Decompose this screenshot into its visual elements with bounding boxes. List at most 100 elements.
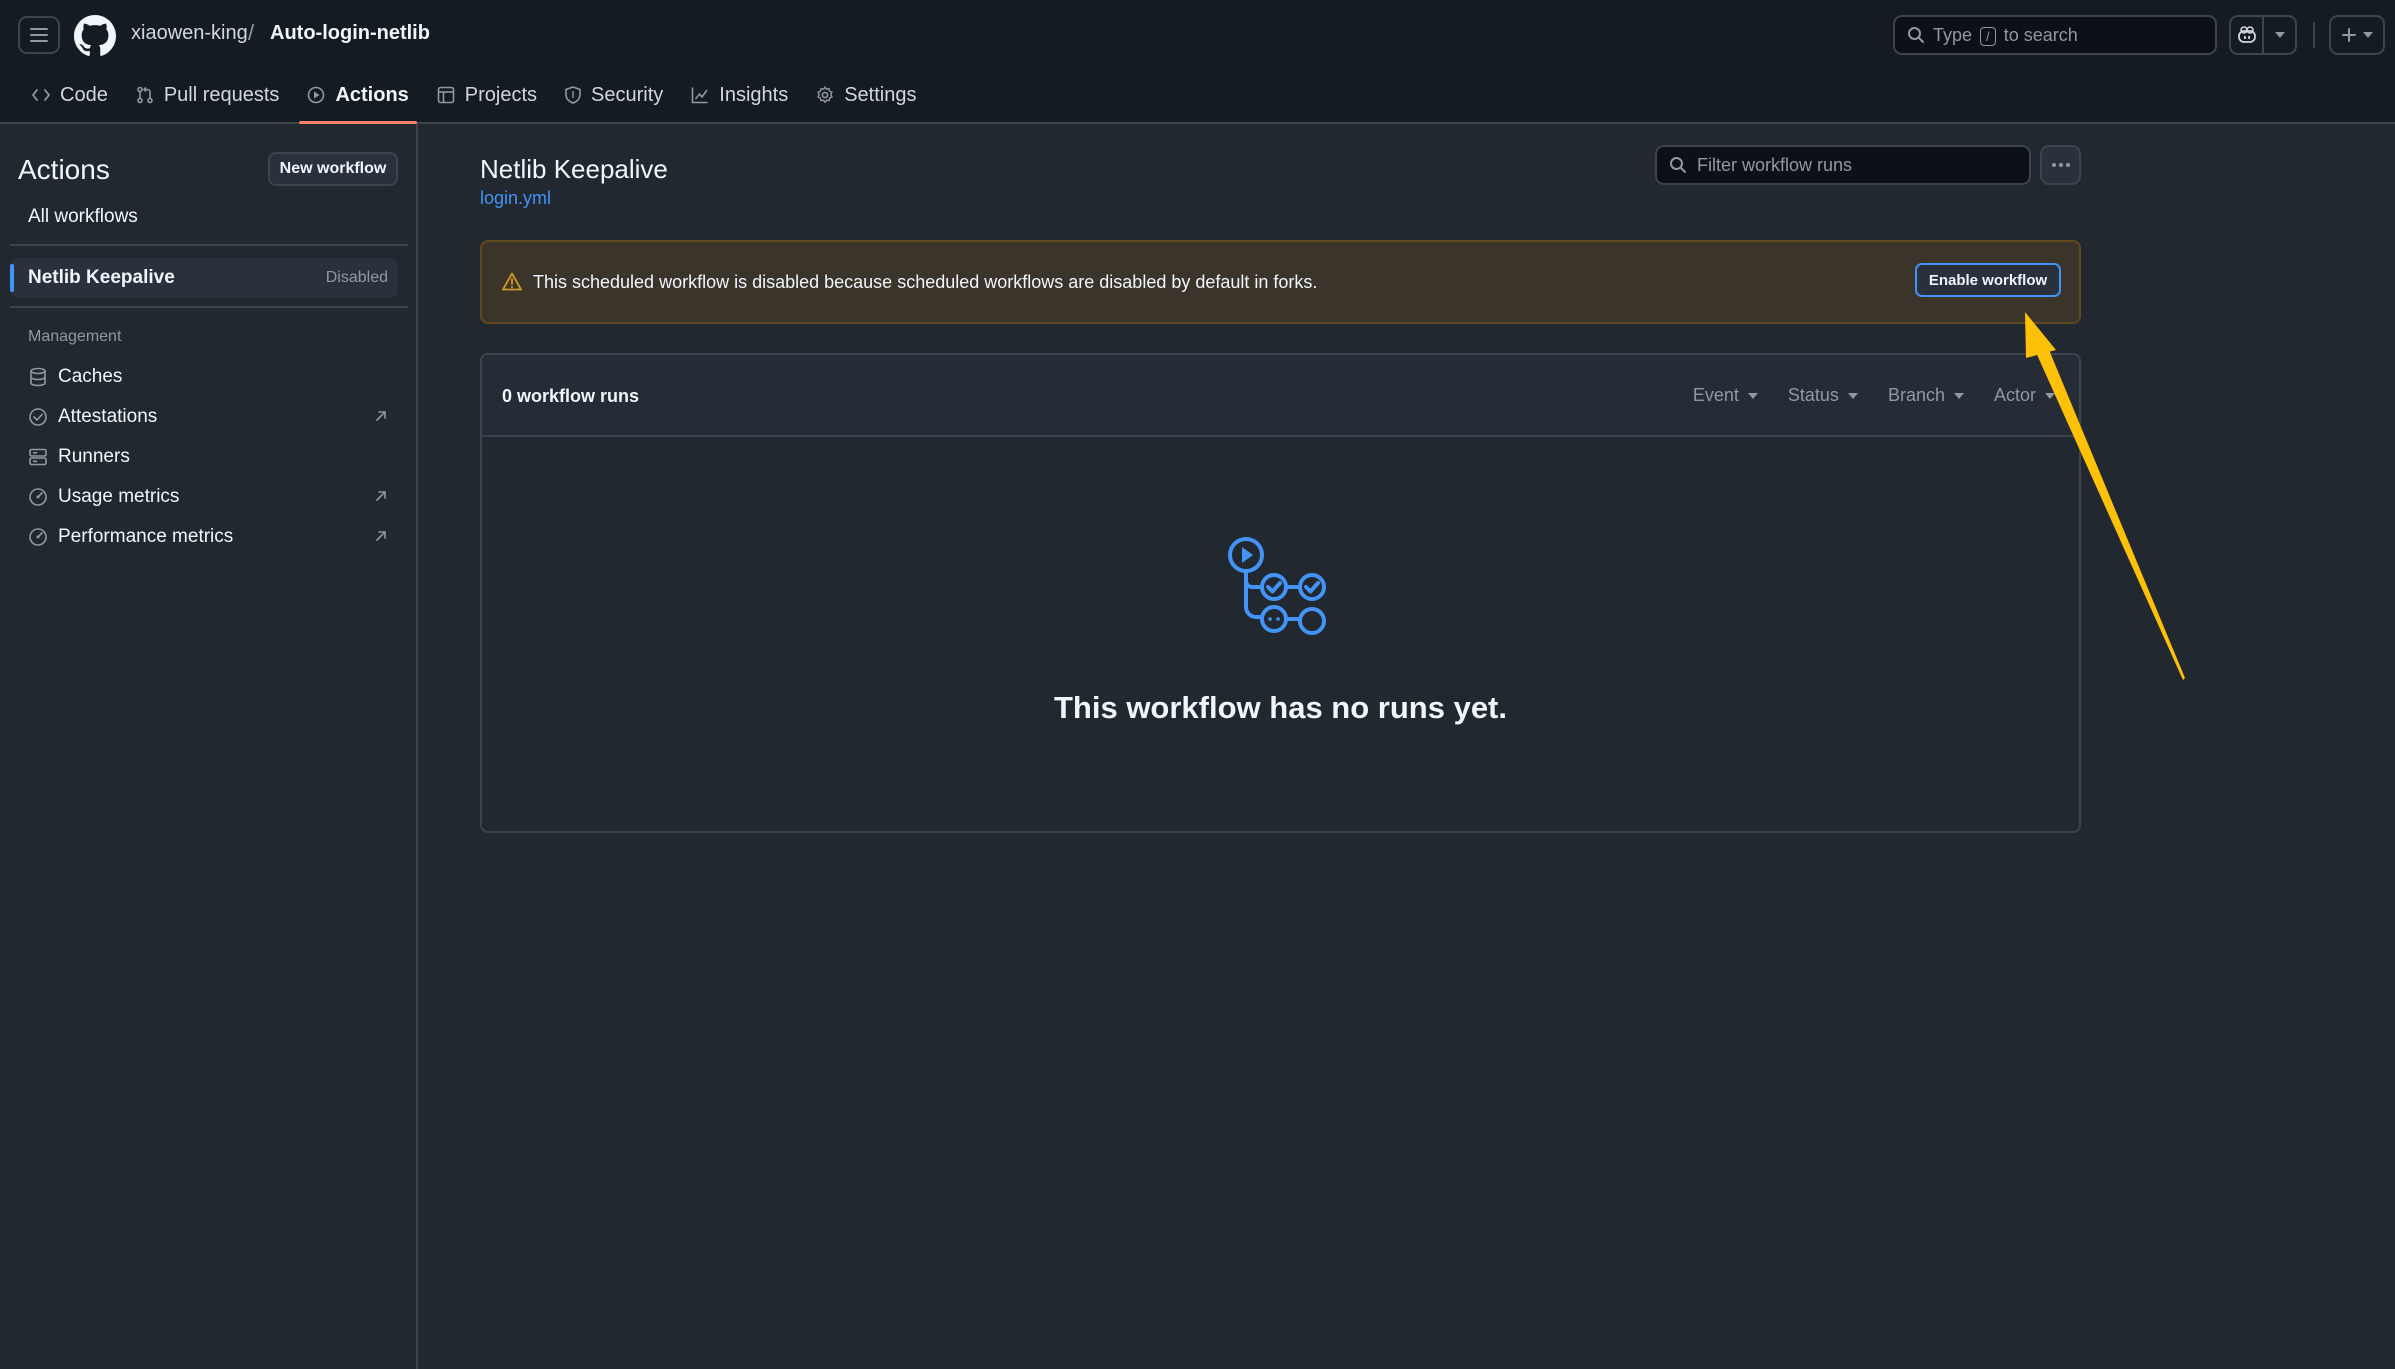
meter-icon — [29, 488, 47, 506]
workflow-name: Netlib Keepalive — [28, 267, 175, 288]
search-icon — [1908, 27, 1924, 43]
repo-nav: Code Pull requests Actions Projects Secu… — [18, 72, 930, 124]
status-filter-dropdown[interactable]: Status — [1788, 385, 1858, 406]
sidebar-title: Actions — [18, 154, 110, 185]
git-pull-request-icon — [137, 86, 153, 104]
tab-code[interactable]: Code — [18, 72, 122, 118]
tab-insights-label: Insights — [719, 83, 789, 106]
sidebar-item-usage-metrics[interactable]: Usage metrics — [28, 481, 388, 513]
management-section-label: Management — [28, 328, 122, 345]
search-prefix-text: Type — [1933, 24, 1973, 45]
tab-insights[interactable]: Insights — [677, 72, 802, 118]
table-icon — [437, 86, 455, 104]
sidebar-item-netlib-keepalive[interactable]: Netlib Keepalive Disabled — [10, 258, 398, 298]
workflow-disabled-banner: This scheduled workflow is disabled beca… — [480, 240, 2081, 324]
caret-down-icon — [2274, 32, 2285, 38]
search-icon — [1670, 157, 1686, 173]
arrow-up-right-icon — [376, 491, 386, 501]
tab-actions[interactable]: Actions — [293, 72, 422, 124]
disabled-badge: Disabled — [325, 269, 388, 286]
tab-pull-requests-label: Pull requests — [163, 83, 280, 106]
shield-icon — [565, 86, 581, 104]
copilot-menu-button[interactable] — [2262, 17, 2295, 53]
breadcrumb-repo-link[interactable]: Auto-login-netlib — [270, 22, 430, 45]
hamburger-icon — [30, 28, 48, 42]
tab-pull-requests[interactable]: Pull requests — [122, 72, 294, 118]
database-icon — [30, 367, 46, 387]
check-circle-icon — [29, 408, 47, 426]
sidebar-item-runners[interactable]: Runners — [28, 441, 388, 473]
tab-security[interactable]: Security — [551, 72, 677, 118]
top-header: xiaowen-king / Auto-login-netlib Type / … — [0, 0, 2395, 124]
arrow-up-right-icon — [376, 411, 386, 421]
banner-message: This scheduled workflow is disabled beca… — [533, 272, 1318, 292]
sidebar-divider — [10, 244, 408, 246]
code-icon — [32, 89, 50, 101]
breadcrumb-owner-link[interactable]: xiaowen-king — [131, 22, 248, 45]
empty-state-message: This workflow has no runs yet. — [1053, 690, 1507, 725]
caret-down-icon — [1847, 392, 1858, 399]
workflow-runs-panel: 0 workflow runs Event Status Branch Acto… — [480, 353, 2081, 833]
event-filter-dropdown[interactable]: Event — [1693, 385, 1758, 406]
tab-settings-label: Settings — [844, 83, 917, 106]
sidebar-item-caches[interactable]: Caches — [28, 361, 388, 393]
caret-down-icon — [2045, 392, 2055, 399]
runs-count: 0 workflow runs — [502, 386, 640, 406]
play-icon — [308, 86, 325, 104]
tab-settings[interactable]: Settings — [802, 72, 930, 118]
tab-projects[interactable]: Projects — [423, 72, 551, 118]
actions-sidebar: Actions New workflow All workflows Netli… — [0, 124, 418, 1369]
workflow-file-link[interactable]: login.yml — [480, 188, 551, 209]
arrow-up-right-icon — [376, 531, 386, 541]
search-shortcut-key: / — [1980, 26, 1996, 46]
more-options-button[interactable] — [2040, 145, 2081, 185]
filter-label: Event — [1692, 385, 1739, 405]
filter-workflow-runs-input[interactable]: Filter workflow runs — [1655, 145, 2031, 185]
sidebar-item-attestations[interactable]: Attestations — [28, 401, 388, 433]
sidebar-item-label: Usage metrics — [58, 486, 180, 507]
runs-header: 0 workflow runs Event Status Branch Acto… — [482, 355, 2079, 437]
sidebar-item-label: Runners — [58, 446, 130, 467]
filter-label: Status — [1787, 385, 1839, 405]
graph-icon — [691, 87, 708, 104]
sidebar-item-label: Caches — [58, 366, 123, 387]
global-search-input[interactable]: Type / to search — [1893, 15, 2217, 55]
github-logo-icon[interactable] — [74, 15, 116, 57]
tab-projects-label: Projects — [464, 83, 538, 106]
enable-workflow-button[interactable]: Enable workflow — [1915, 263, 2061, 297]
header-divider — [2313, 22, 2315, 48]
breadcrumb-separator: / — [248, 20, 255, 45]
create-new-button[interactable] — [2329, 15, 2385, 55]
search-suffix-text: to search — [2003, 24, 2078, 45]
alert-icon — [502, 272, 522, 291]
workflow-title: Netlib Keepalive — [480, 154, 668, 184]
server-icon — [29, 448, 47, 466]
kebab-horizontal-icon — [2051, 163, 2070, 167]
branch-filter-dropdown[interactable]: Branch — [1888, 385, 1964, 406]
tab-code-label: Code — [60, 83, 108, 106]
copilot-icon — [2237, 26, 2256, 43]
sidebar-divider — [10, 306, 408, 308]
tab-actions-label: Actions — [335, 83, 409, 106]
sidebar-item-all-workflows[interactable]: All workflows — [28, 206, 138, 228]
sidebar-item-label: Performance metrics — [58, 526, 234, 547]
caret-down-icon — [2363, 32, 2373, 38]
filter-placeholder: Filter workflow runs — [1697, 154, 1853, 175]
copilot-button[interactable] — [2231, 17, 2262, 53]
actor-filter-dropdown[interactable]: Actor — [1994, 385, 2055, 406]
filter-label: Branch — [1887, 385, 1945, 405]
copilot-button-group — [2229, 15, 2297, 55]
sidebar-item-label: Attestations — [58, 406, 158, 427]
hamburger-menu-button[interactable] — [18, 16, 60, 54]
filter-label: Actor — [1993, 385, 2036, 405]
gear-icon — [817, 86, 833, 104]
runs-filters: Event Status Branch Actor — [1693, 385, 2055, 406]
plus-icon — [2342, 28, 2356, 42]
tab-security-label: Security — [591, 83, 664, 106]
meter-icon — [29, 528, 47, 546]
caret-down-icon — [1953, 392, 1964, 399]
workflow-graph-icon — [1228, 537, 1326, 635]
new-workflow-button[interactable]: New workflow — [268, 152, 398, 186]
caret-down-icon — [1747, 392, 1758, 399]
sidebar-item-performance-metrics[interactable]: Performance metrics — [28, 521, 388, 553]
